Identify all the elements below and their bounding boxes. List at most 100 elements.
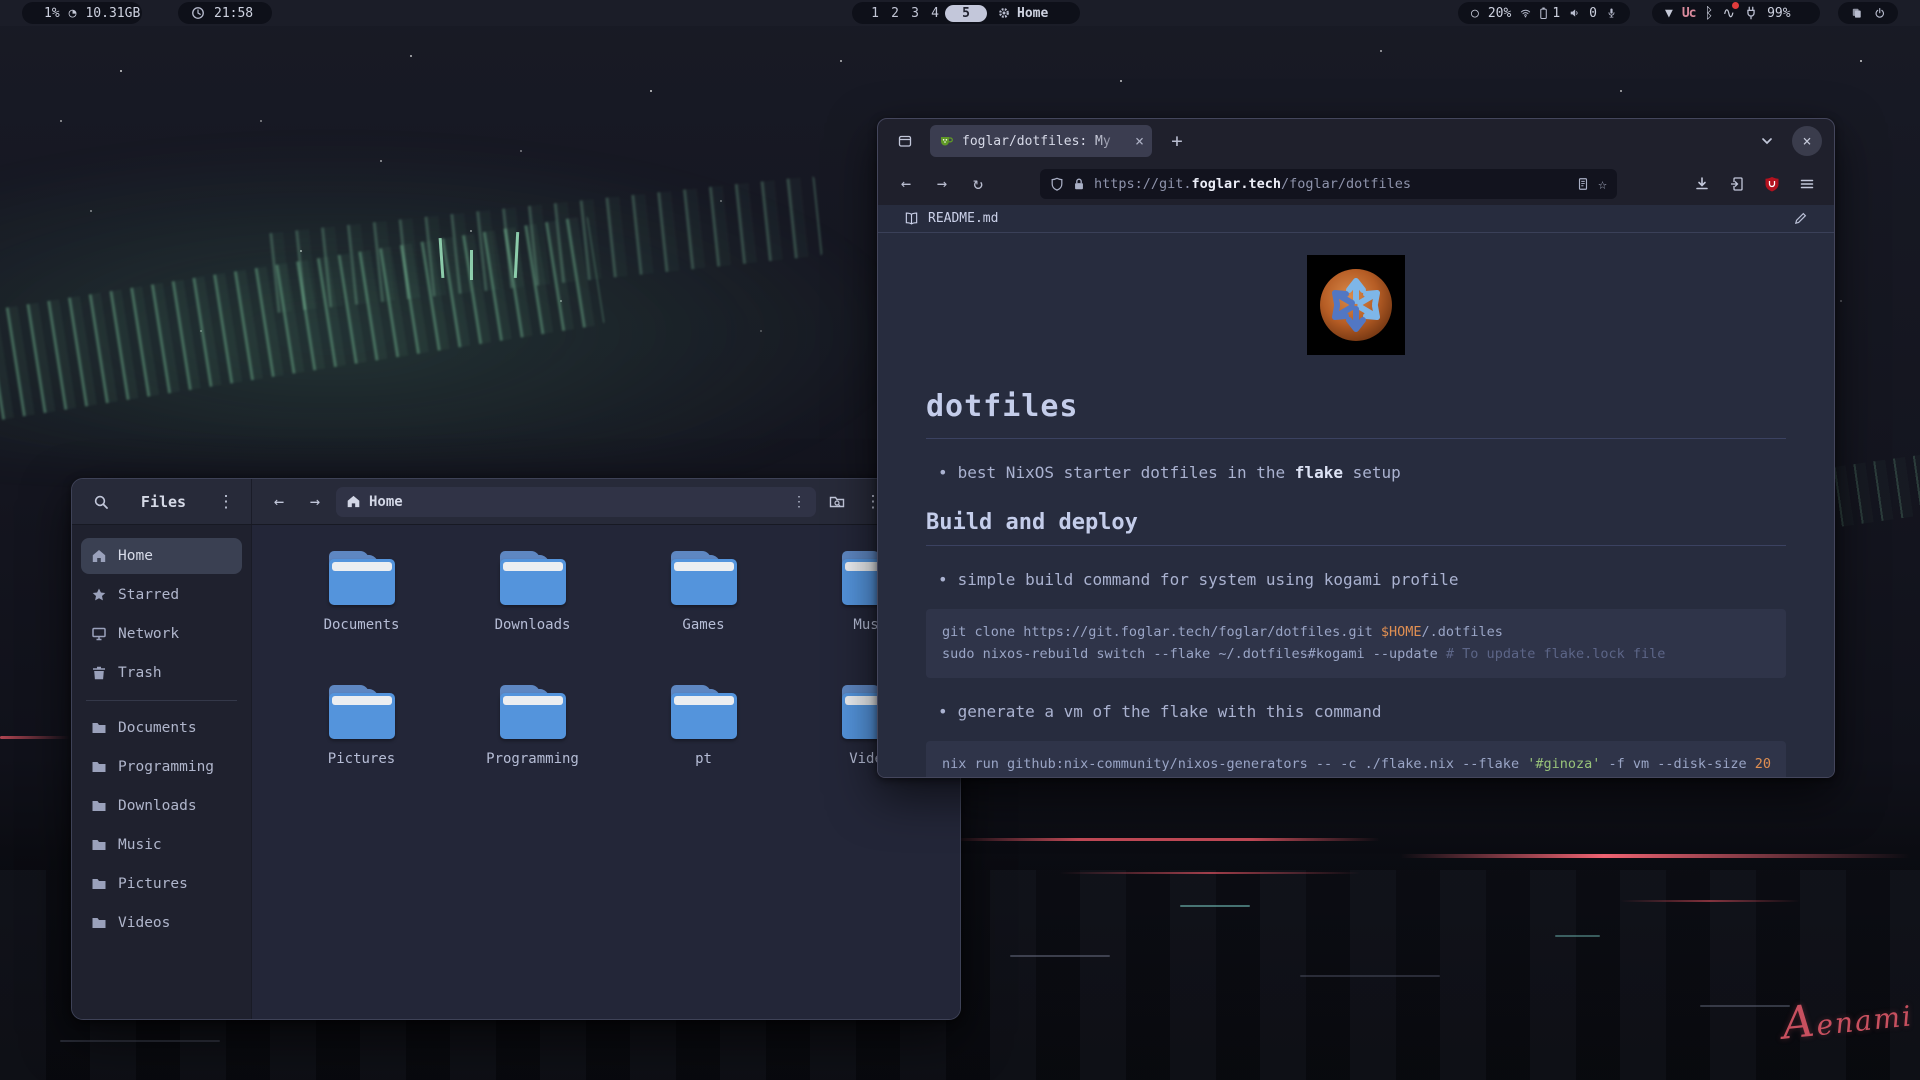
gitea-favicon [938,133,954,149]
bullet-glyph: • [938,702,948,721]
files-headerbar-right: ← → Home ⋮ ⋮ [252,479,960,524]
power-plug-icon [1744,6,1758,20]
readme-bullet: • generate a vm of the flake with this c… [926,702,1786,721]
nix-snowflake-icon [1324,273,1388,337]
lock-icon [1072,177,1086,191]
workspace-5-active[interactable]: 5 [945,5,987,22]
nav-back-button[interactable]: ← [890,169,922,199]
folder-item-pt[interactable]: pt [618,683,789,817]
ublock-origin-button[interactable] [1757,169,1787,199]
path-bar[interactable]: Home ⋮ [336,487,816,517]
sidebar-item-videos[interactable]: Videos [81,905,242,941]
files-sidebar: Home Starred Network Trash Document [72,525,252,1019]
folder-icon [91,798,107,814]
readme-header: README.md [878,205,1834,233]
folder-icon [500,551,566,605]
nixos-logo [1307,255,1405,355]
clock-time: 21:58 [214,6,253,21]
memory-gauge-icon: ◔ [69,7,77,20]
home-icon [91,548,107,564]
forward-button[interactable]: → [300,487,330,517]
readme-content: dotfiles • best NixOS starter dotfiles i… [878,233,1834,777]
sidebar-item-starred[interactable]: Starred [81,577,242,613]
window-close-button[interactable]: × [1792,126,1822,156]
power-icon[interactable] [1874,6,1886,20]
city-light-streak [1010,955,1110,957]
keyboard-layout-indicator: Uc [1682,6,1696,21]
sidebar-item-label: Pictures [118,876,188,892]
tab-title: foglar/dotfiles: My [962,134,1127,149]
folder-icon [91,837,107,853]
connectivity-widget[interactable]: ▼ Uc ᛒ ∿ 99% [1652,2,1820,24]
folder-item-programming[interactable]: Programming [447,683,618,817]
extension-button[interactable] [1722,169,1752,199]
search-button[interactable] [86,487,116,517]
clipboard-icon[interactable] [1851,6,1863,20]
sidebar-item-home[interactable]: Home [81,538,242,574]
reader-view-icon[interactable] [1576,177,1590,191]
folder-item-documents[interactable]: Documents [276,549,447,683]
workspace-1[interactable]: 1 [865,6,885,21]
sidebar-item-programming[interactable]: Programming [81,749,242,785]
readme-bullet: • best NixOS starter dotfiles in the fla… [926,463,1786,482]
url-bar[interactable]: https://git.foglar.tech/foglar/dotfiles … [1040,169,1617,199]
notification-dot [1732,2,1739,9]
sidebar-item-documents[interactable]: Documents [81,710,242,746]
browser-window: foglar/dotfiles: My × + × ← → ↻ https://… [877,118,1835,778]
cpu-usage: 1% [44,6,60,21]
tab-overview-icon [897,133,913,149]
ublock-shield-icon [1764,176,1780,192]
sidebar-item-downloads[interactable]: Downloads [81,788,242,824]
bullet-glyph: • [938,463,948,482]
sidebar-item-music[interactable]: Music [81,827,242,863]
app-title: Files [124,493,203,511]
folder-icon [329,685,395,739]
system-monitor-widget[interactable]: 1% ◔ 10.31GB [22,2,142,24]
folder-item-downloads[interactable]: Downloads [447,549,618,683]
star-icon [91,587,107,603]
files-headerbar-left: Files ⋮ [72,479,252,524]
sidebar-item-label: Programming [118,759,214,775]
new-tab-button[interactable]: + [1162,126,1192,156]
sidebar-item-label: Network [118,626,179,642]
bullet-text: generate a vm of the flake with this com… [958,702,1382,721]
folder-label: Pictures [328,751,395,767]
sidebar-item-label: Downloads [118,798,197,814]
path-menu-button[interactable]: ⋮ [792,494,806,510]
sidebar-item-trash[interactable]: Trash [81,655,242,691]
city-light-streak [1700,1005,1790,1007]
bullet-text: best NixOS starter dotfiles in the flake… [958,463,1401,482]
network-icon: ▼ [1665,7,1673,20]
workspace-4[interactable]: 4 [925,6,945,21]
workspace-2[interactable]: 2 [885,6,905,21]
sidebar-item-pictures[interactable]: Pictures [81,866,242,902]
folder-search-button[interactable] [822,487,852,517]
sidebar-item-label: Starred [118,587,179,603]
bookmark-star-icon[interactable]: ☆ [1598,177,1607,192]
app-menu-button[interactable]: ⋮ [211,487,241,517]
hamburger-icon [1799,176,1815,192]
browser-tab-active[interactable]: foglar/dotfiles: My × [930,125,1152,157]
folder-label: Documents [324,617,400,633]
nav-forward-button[interactable]: → [926,169,958,199]
edit-pencil-icon[interactable] [1793,211,1808,226]
nav-reload-button[interactable]: ↻ [962,169,994,199]
menu-button[interactable] [1792,169,1822,199]
sidebar-item-network[interactable]: Network [81,616,242,652]
folder-icon [500,685,566,739]
sidebar-item-label: Videos [118,915,170,931]
workspace-3[interactable]: 3 [905,6,925,21]
clock-widget[interactable]: 21:58 [178,2,272,24]
hardware-status-widget[interactable]: ○ 20% 1 0 [1458,2,1630,24]
tab-close-button[interactable]: × [1135,132,1144,150]
folder-item-games[interactable]: Games [618,549,789,683]
brightness-level: 20% [1488,6,1511,21]
mode-indicator[interactable]: Home [997,6,1048,21]
tab-overview-button[interactable] [890,126,920,156]
list-tabs-button[interactable] [1752,126,1782,156]
city-light-streak [1400,854,1910,858]
network-monitor-icon [91,626,107,642]
back-button[interactable]: ← [264,487,294,517]
downloads-button[interactable] [1687,169,1717,199]
folder-item-pictures[interactable]: Pictures [276,683,447,817]
